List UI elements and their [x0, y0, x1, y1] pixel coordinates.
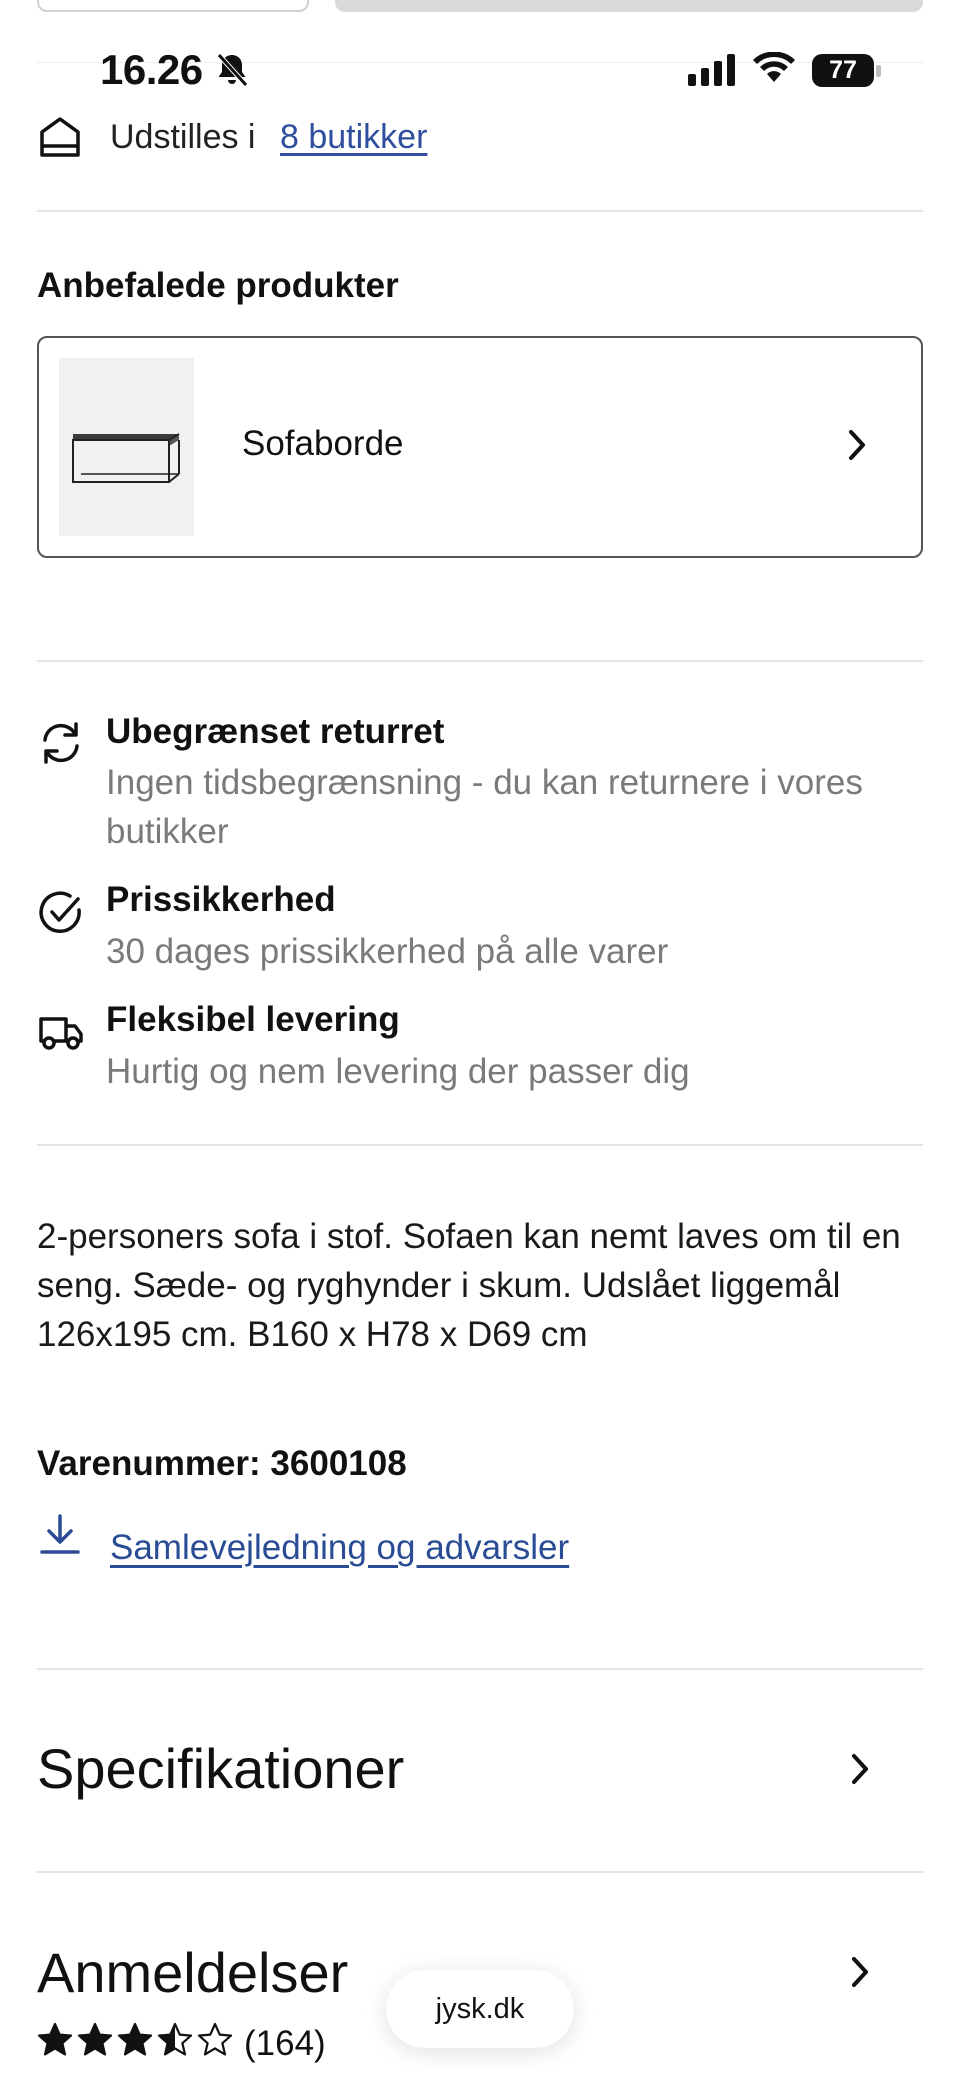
battery-cap: [876, 65, 881, 77]
recommended-item-label: Sofaborde: [242, 424, 404, 463]
description-line: 126x195 cm. B160 x H78 x D69 cm: [37, 1315, 588, 1354]
coffee-table-image: [59, 358, 194, 536]
chevron-right-icon[interactable]: [850, 1752, 872, 1786]
review-count: (164): [244, 2024, 326, 2063]
cellular-signal-icon: [688, 54, 735, 86]
assembly-guide-link[interactable]: Samlevejledning og advarsler: [110, 1528, 569, 1568]
star-filled-icon: [117, 2022, 153, 2056]
top-right-button[interactable]: [335, 0, 923, 12]
star-filled-icon: [77, 2022, 113, 2056]
status-time: 16.26: [100, 46, 203, 93]
chevron-right-icon: [849, 430, 865, 460]
refresh-icon: [43, 722, 79, 764]
availability-prefix: Udstilles i: [110, 118, 256, 156]
battery-indicator: 77: [812, 54, 874, 87]
specifications-section[interactable]: Specifikationer: [37, 1736, 404, 1801]
stores-link[interactable]: 8 butikker: [280, 118, 427, 157]
recommended-product-card[interactable]: Sofaborde: [37, 336, 923, 558]
divider: [37, 1871, 923, 1873]
feature-subtitle-delivery: Hurtig og nem levering der passer dig: [106, 1052, 690, 1091]
chevron-right-icon[interactable]: [850, 1955, 872, 1989]
feature-title-returns: Ubegrænset returret: [106, 712, 445, 751]
truck-icon: [39, 1017, 83, 1050]
recommended-title: Anbefalede produkter: [37, 266, 399, 305]
feature-subtitle-returns: Ingen tidsbegrænsning - du kan returnere…: [106, 763, 863, 802]
rating-stars: [37, 2022, 233, 2058]
top-left-button[interactable]: [37, 0, 309, 12]
star-filled-icon: [37, 2022, 73, 2056]
divider: [37, 1144, 923, 1146]
divider: [37, 210, 923, 212]
download-icon[interactable]: [40, 1514, 80, 1558]
description-line: 2-personers sofa i stof. Sofaen kan nemt…: [37, 1217, 901, 1256]
star-empty-icon: [197, 2022, 233, 2056]
product-description: 2-personers sofa i stof. Sofaen kan nemt…: [37, 1212, 927, 1359]
divider: [37, 660, 923, 662]
coffee-table-illustration: [72, 433, 180, 483]
browser-url-pill[interactable]: jysk.dk: [386, 1970, 574, 2048]
feature-subtitle-price: 30 dages prissikkerhed på alle varer: [106, 932, 669, 971]
feature-title-delivery: Fleksibel levering: [106, 1000, 400, 1039]
wifi-icon: [753, 52, 795, 82]
divider: [37, 1668, 923, 1670]
feature-subtitle-returns-line2: butikker: [106, 812, 229, 851]
bell-muted-icon: [217, 53, 248, 87]
star-half-icon: [157, 2022, 193, 2056]
check-circle-icon: [39, 891, 81, 933]
feature-title-price: Prissikkerhed: [106, 880, 336, 919]
description-line: seng. Sæde- og ryghynder i skum. Udslået…: [37, 1266, 841, 1305]
store-icon: [40, 117, 80, 157]
reviews-section[interactable]: Anmeldelser: [37, 1940, 348, 2005]
item-number: Varenummer: 3600108: [37, 1444, 407, 1483]
